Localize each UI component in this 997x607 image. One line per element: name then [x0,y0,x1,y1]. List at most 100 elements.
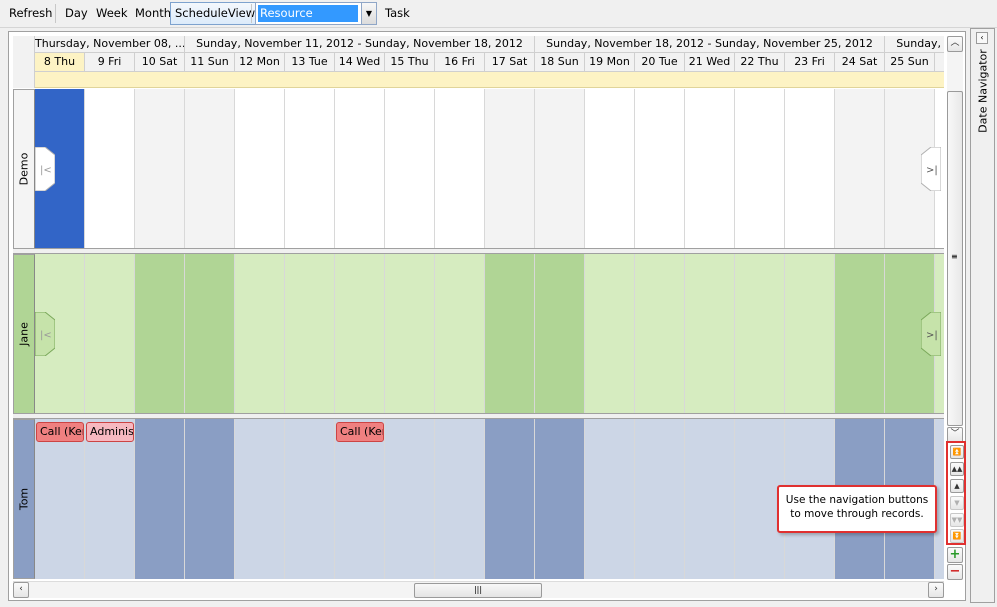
day-header-cell[interactable]: 11 Sun [185,53,235,71]
day-header-cell[interactable]: 16 Fri [435,53,485,71]
add-record-icon[interactable]: + [947,547,963,563]
time-cell[interactable] [335,254,385,414]
time-cell[interactable] [485,419,535,579]
time-cell[interactable] [85,419,135,579]
time-cell[interactable] [635,254,685,414]
day-header-cell[interactable]: 19 Mon [585,53,635,71]
day-header-cell[interactable]: 9 Fri [85,53,135,71]
time-cell[interactable] [735,254,785,414]
date-navigator-panel[interactable]: ‹ Date Navigator [970,28,995,603]
time-cell[interactable] [335,89,385,249]
previous-record-icon[interactable]: ▲ [950,479,964,493]
time-cell[interactable] [235,419,285,579]
time-cell[interactable] [35,419,85,579]
time-cell[interactable] [185,89,235,249]
time-cell[interactable] [635,89,685,249]
time-cell[interactable] [385,89,435,249]
resource-header-tom[interactable]: Tom [13,419,35,579]
day-header-cell[interactable]: 2 [935,53,944,71]
time-cell[interactable] [185,419,235,579]
next-page-icon[interactable]: ▼▼ [950,513,964,527]
appointment[interactable]: Call (Ker [336,422,384,442]
time-cell[interactable] [535,254,585,414]
time-cell[interactable] [735,89,785,249]
horizontal-scrollbar[interactable]: ‹ ||| › [13,581,944,598]
time-cell[interactable] [85,89,135,249]
appointment[interactable]: Call (Ker [36,422,84,442]
next-record-icon[interactable]: ▼ [950,496,964,510]
group-by-combo[interactable]: Resource ▼ [255,2,377,25]
time-cell[interactable] [435,89,485,249]
appointment[interactable]: Administ [86,422,134,442]
time-cell[interactable] [85,254,135,414]
delete-record-icon[interactable]: − [947,564,963,580]
scroll-thumb[interactable]: ||| [414,583,542,598]
previous-appointment-icon[interactable]: |< [35,146,56,192]
time-cell[interactable] [535,89,585,249]
scroll-up-icon[interactable]: ︿ [947,36,963,52]
next-appointment-icon[interactable]: >| [920,311,942,357]
scroll-right-icon[interactable]: › [928,582,944,598]
time-cell[interactable] [485,254,535,414]
all-day-strip[interactable] [35,72,944,88]
time-cell[interactable] [585,419,635,579]
day-header-cell[interactable]: 22 Thu [735,53,785,71]
resource-header-jane[interactable]: Jane [13,254,35,414]
time-cell[interactable] [135,254,185,414]
time-cell[interactable] [535,419,585,579]
day-header-cell[interactable]: 15 Thu [385,53,435,71]
day-header-cell[interactable]: 18 Sun [535,53,585,71]
time-cell[interactable] [235,254,285,414]
refresh-button[interactable]: Refresh [4,2,57,25]
day-header-cell[interactable]: 24 Sat [835,53,885,71]
time-cell[interactable] [285,419,335,579]
next-appointment-icon[interactable]: >| [920,146,942,192]
previous-appointment-icon[interactable]: |< [35,311,56,357]
time-cell[interactable] [285,254,335,414]
week-view-button[interactable]: Week [91,2,133,25]
time-cell[interactable] [685,419,735,579]
scroll-thumb[interactable]: ≡ [947,91,963,426]
time-cell[interactable] [685,89,735,249]
time-cell[interactable] [385,254,435,414]
day-header-cell[interactable]: 17 Sat [485,53,535,71]
chevron-left-icon[interactable]: ‹ [976,32,988,44]
day-header-cell[interactable]: 21 Wed [685,53,735,71]
time-cell[interactable] [185,254,235,414]
time-cell[interactable] [435,419,485,579]
time-cell[interactable] [235,89,285,249]
day-header-cell[interactable]: 14 Wed [335,53,385,71]
vertical-scrollbar[interactable]: ︿ ≡ ﹀ [947,36,963,443]
day-header-cell[interactable]: 20 Tue [635,53,685,71]
day-header-cell[interactable]: 13 Tue [285,53,335,71]
time-cell[interactable] [135,419,185,579]
schedule-view-button[interactable]: ScheduleView [170,2,261,25]
time-cell[interactable] [335,419,385,579]
time-cell[interactable] [435,254,485,414]
time-cell[interactable] [485,89,535,249]
day-header-cell[interactable]: 25 Sun [885,53,935,71]
time-cell[interactable] [135,89,185,249]
time-cell[interactable] [585,89,635,249]
task-button[interactable]: Task [380,2,415,25]
day-header-cell[interactable]: 23 Fri [785,53,835,71]
resource-header-demo[interactable]: Demo [13,89,35,249]
time-cell[interactable] [785,254,835,414]
day-header-cell[interactable]: 8 Thu [35,53,85,71]
time-cell[interactable] [835,254,885,414]
first-record-icon[interactable]: ⏫ [950,445,964,459]
previous-page-icon[interactable]: ▲▲ [950,462,964,476]
time-cell[interactable] [585,254,635,414]
last-record-icon[interactable]: ⏬ [950,529,964,543]
time-cell[interactable] [785,89,835,249]
chevron-down-icon[interactable]: ▼ [361,3,376,24]
time-cell[interactable] [635,419,685,579]
day-view-button[interactable]: Day [60,2,93,25]
day-header-cell[interactable]: 10 Sat [135,53,185,71]
time-cell[interactable] [685,254,735,414]
time-cell[interactable] [285,89,335,249]
time-cell[interactable] [835,89,885,249]
day-header-cell[interactable]: 12 Mon [235,53,285,71]
scroll-left-icon[interactable]: ‹ [13,582,29,598]
time-cell[interactable] [385,419,435,579]
